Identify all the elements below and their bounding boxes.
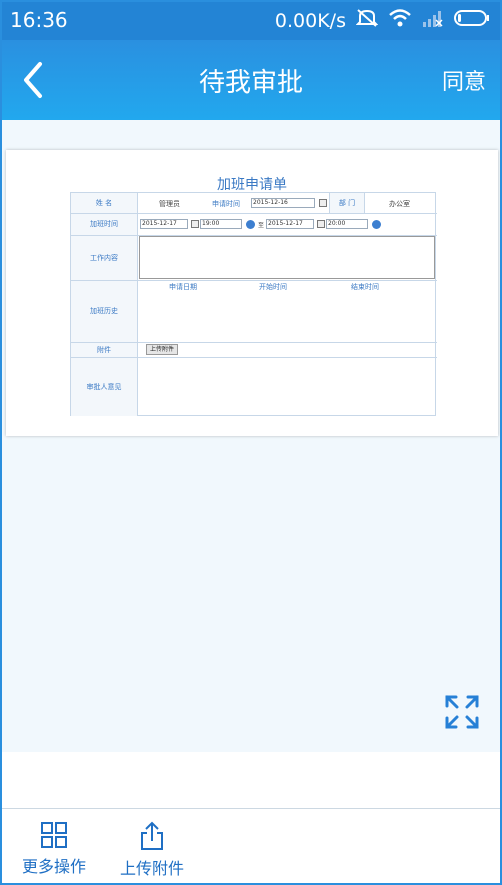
calendar-icon[interactable]: [319, 199, 327, 207]
work-content-label: 工作内容: [71, 236, 138, 280]
history-label: 加班历史: [71, 281, 138, 342]
page-title: 待我审批: [198, 68, 303, 98]
work-content-field[interactable]: [139, 236, 435, 279]
upload-label: 上传附件: [119, 859, 184, 878]
approver-opinion-label: 审批人意见: [71, 358, 138, 416]
bottom-toolbar: 更多操作 上传附件: [2, 808, 500, 883]
upload-attachment-button[interactable]: 上传附件: [146, 344, 179, 355]
approve-button[interactable]: 同意: [442, 64, 486, 96]
grid-icon: [41, 822, 67, 848]
more-actions-button[interactable]: 更多操作: [16, 821, 92, 877]
status-icons: 0.00K/s: [275, 8, 490, 33]
clock-icon[interactable]: [372, 220, 381, 229]
network-speed: 0.00K/s: [274, 9, 346, 32]
attachment-label: 附件: [71, 343, 138, 357]
end-date-field[interactable]: 2015-12-17: [266, 219, 314, 229]
calendar-icon[interactable]: [191, 220, 199, 228]
battery-icon: [454, 9, 490, 32]
end-time-field[interactable]: 20:00: [326, 219, 368, 229]
overtime-form: 姓 名 管理员 申请时间 2015-12-16 部 门 办公室 加班时间 201…: [70, 192, 437, 416]
dept-value: 办公室: [389, 200, 410, 208]
upload-attachment-toolbar-button[interactable]: 上传附件: [114, 821, 190, 879]
form-title: 加班申请单: [217, 177, 287, 193]
clock-icon[interactable]: [246, 220, 255, 229]
expand-icon[interactable]: [444, 694, 480, 730]
title-bar: 待我审批 同意: [2, 40, 500, 120]
calendar-icon[interactable]: [317, 220, 325, 228]
share-upload-icon: [141, 821, 163, 850]
name-value: 管理员: [159, 200, 180, 208]
name-label: 姓 名: [71, 193, 138, 213]
history-col-end: 结束时间: [351, 283, 379, 291]
apply-time-field[interactable]: 2015-12-16: [251, 198, 315, 208]
apply-time-label: 申请时间: [212, 200, 240, 208]
start-time-field[interactable]: 19:00: [200, 219, 242, 229]
history-col-start: 开始时间: [259, 283, 287, 291]
document-card: 加班申请单 姓 名 管理员 申请时间 2015-12-16 部 门 办公室 加班…: [6, 150, 498, 436]
mute-icon: [355, 8, 379, 33]
app-frame: 16:36 0.00K/s 待我审批 同意 加班申请单 姓 名 管理员 申请时间…: [0, 0, 502, 885]
overtime-label: 加班时间: [71, 214, 138, 235]
document-preview-area[interactable]: 加班申请单 姓 名 管理员 申请时间 2015-12-16 部 门 办公室 加班…: [2, 120, 500, 752]
wifi-icon: [388, 8, 412, 33]
status-time: 16:36: [10, 8, 68, 32]
history-col-apply-date: 申请日期: [169, 283, 197, 291]
signal-icon: [422, 8, 444, 33]
start-date-field[interactable]: 2015-12-17: [140, 219, 188, 229]
dept-label: 部 门: [329, 193, 365, 213]
to-label: 至: [258, 222, 265, 229]
status-bar: 16:36 0.00K/s: [2, 2, 500, 40]
more-actions-label: 更多操作: [21, 857, 86, 876]
